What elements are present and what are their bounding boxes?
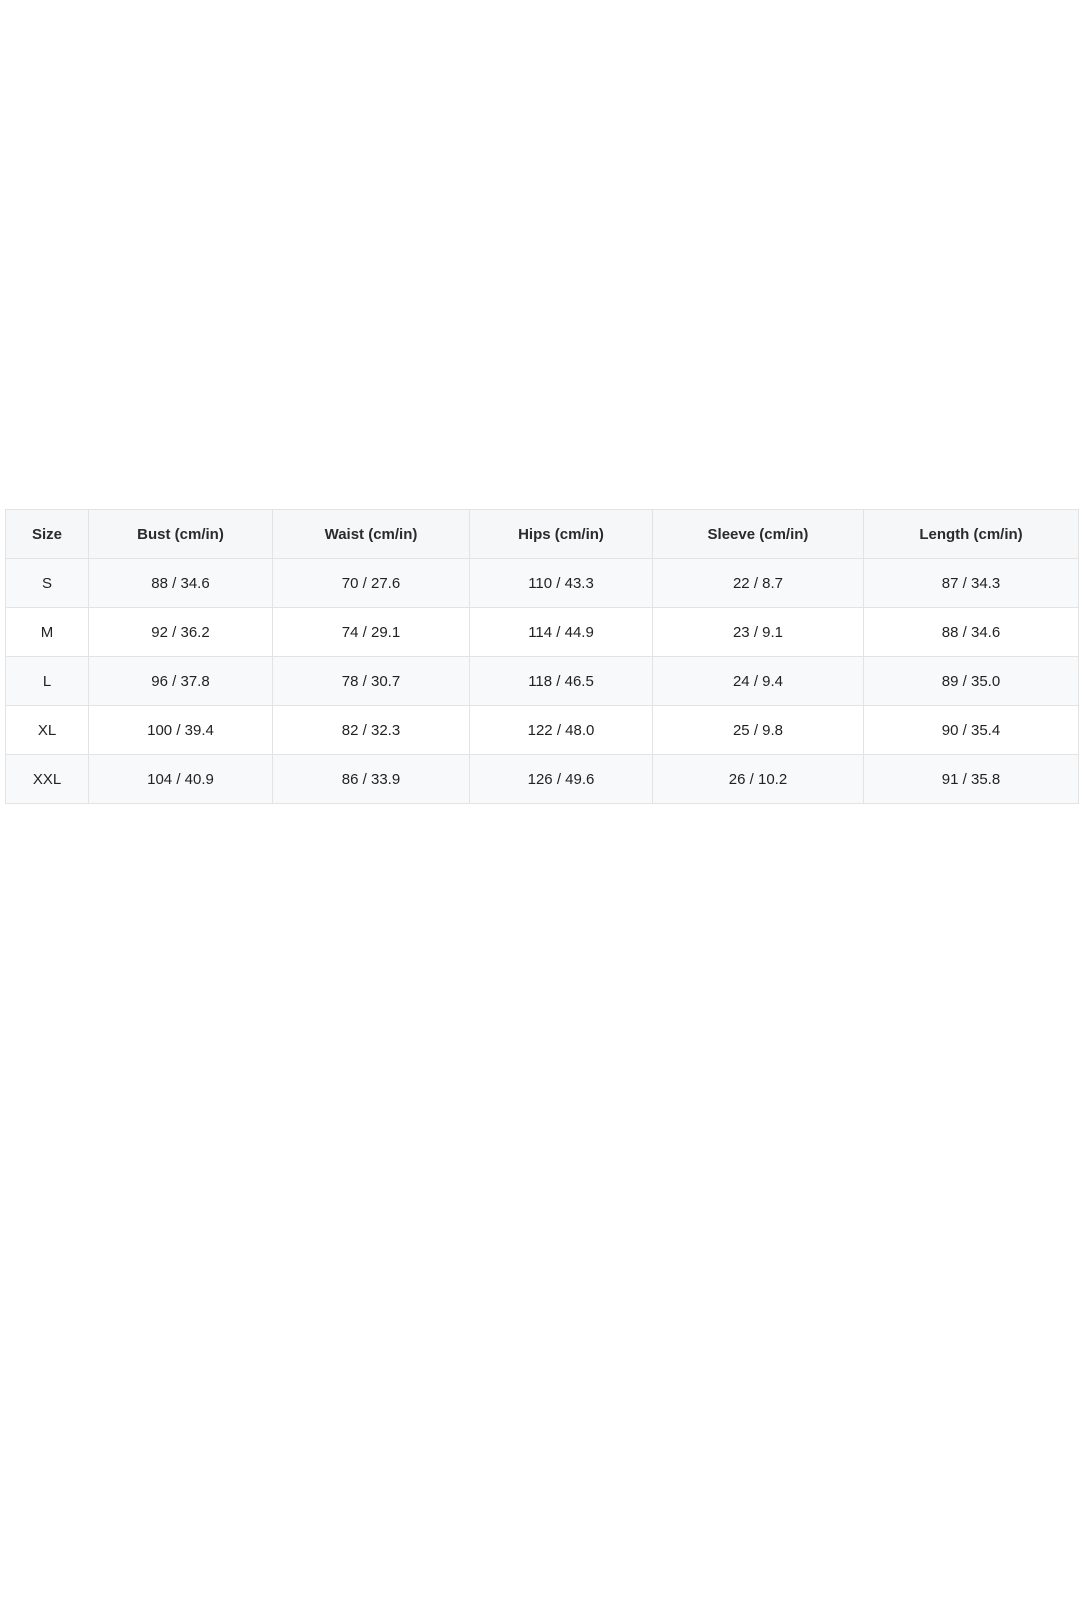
table-row: XL 100 / 39.4 82 / 32.3 122 / 48.0 25 / … (5, 705, 1079, 755)
header-bust: Bust (cm/in) (88, 509, 273, 559)
cell-sleeve: 25 / 9.8 (652, 705, 864, 755)
header-size: Size (5, 509, 89, 559)
cell-hips: 126 / 49.6 (469, 754, 653, 804)
cell-size: XL (5, 705, 89, 755)
cell-bust: 104 / 40.9 (88, 754, 273, 804)
cell-size: M (5, 607, 89, 657)
size-chart-body: S 88 / 34.6 70 / 27.6 110 / 43.3 22 / 8.… (5, 558, 1079, 804)
header-length: Length (cm/in) (863, 509, 1079, 559)
cell-sleeve: 23 / 9.1 (652, 607, 864, 657)
cell-size: S (5, 558, 89, 608)
cell-waist: 78 / 30.7 (272, 656, 470, 706)
header-hips: Hips (cm/in) (469, 509, 653, 559)
header-row: Size Bust (cm/in) Waist (cm/in) Hips (cm… (5, 509, 1079, 559)
cell-hips: 122 / 48.0 (469, 705, 653, 755)
size-chart-header: Size Bust (cm/in) Waist (cm/in) Hips (cm… (5, 509, 1079, 559)
cell-hips: 110 / 43.3 (469, 558, 653, 608)
cell-length: 88 / 34.6 (863, 607, 1079, 657)
cell-sleeve: 24 / 9.4 (652, 656, 864, 706)
cell-length: 89 / 35.0 (863, 656, 1079, 706)
table-row: XXL 104 / 40.9 86 / 33.9 126 / 49.6 26 /… (5, 754, 1079, 804)
cell-waist: 86 / 33.9 (272, 754, 470, 804)
cell-sleeve: 22 / 8.7 (652, 558, 864, 608)
cell-length: 90 / 35.4 (863, 705, 1079, 755)
cell-length: 87 / 34.3 (863, 558, 1079, 608)
cell-bust: 100 / 39.4 (88, 705, 273, 755)
table-row: S 88 / 34.6 70 / 27.6 110 / 43.3 22 / 8.… (5, 558, 1079, 608)
cell-length: 91 / 35.8 (863, 754, 1079, 804)
cell-sleeve: 26 / 10.2 (652, 754, 864, 804)
table-row: L 96 / 37.8 78 / 30.7 118 / 46.5 24 / 9.… (5, 656, 1079, 706)
header-sleeve: Sleeve (cm/in) (652, 509, 864, 559)
size-chart-table: Size Bust (cm/in) Waist (cm/in) Hips (cm… (5, 509, 1079, 804)
cell-size: XXL (5, 754, 89, 804)
cell-hips: 114 / 44.9 (469, 607, 653, 657)
cell-size: L (5, 656, 89, 706)
cell-bust: 96 / 37.8 (88, 656, 273, 706)
cell-waist: 82 / 32.3 (272, 705, 470, 755)
header-waist: Waist (cm/in) (272, 509, 470, 559)
cell-waist: 70 / 27.6 (272, 558, 470, 608)
table-row: M 92 / 36.2 74 / 29.1 114 / 44.9 23 / 9.… (5, 607, 1079, 657)
cell-bust: 92 / 36.2 (88, 607, 273, 657)
cell-waist: 74 / 29.1 (272, 607, 470, 657)
cell-bust: 88 / 34.6 (88, 558, 273, 608)
cell-hips: 118 / 46.5 (469, 656, 653, 706)
